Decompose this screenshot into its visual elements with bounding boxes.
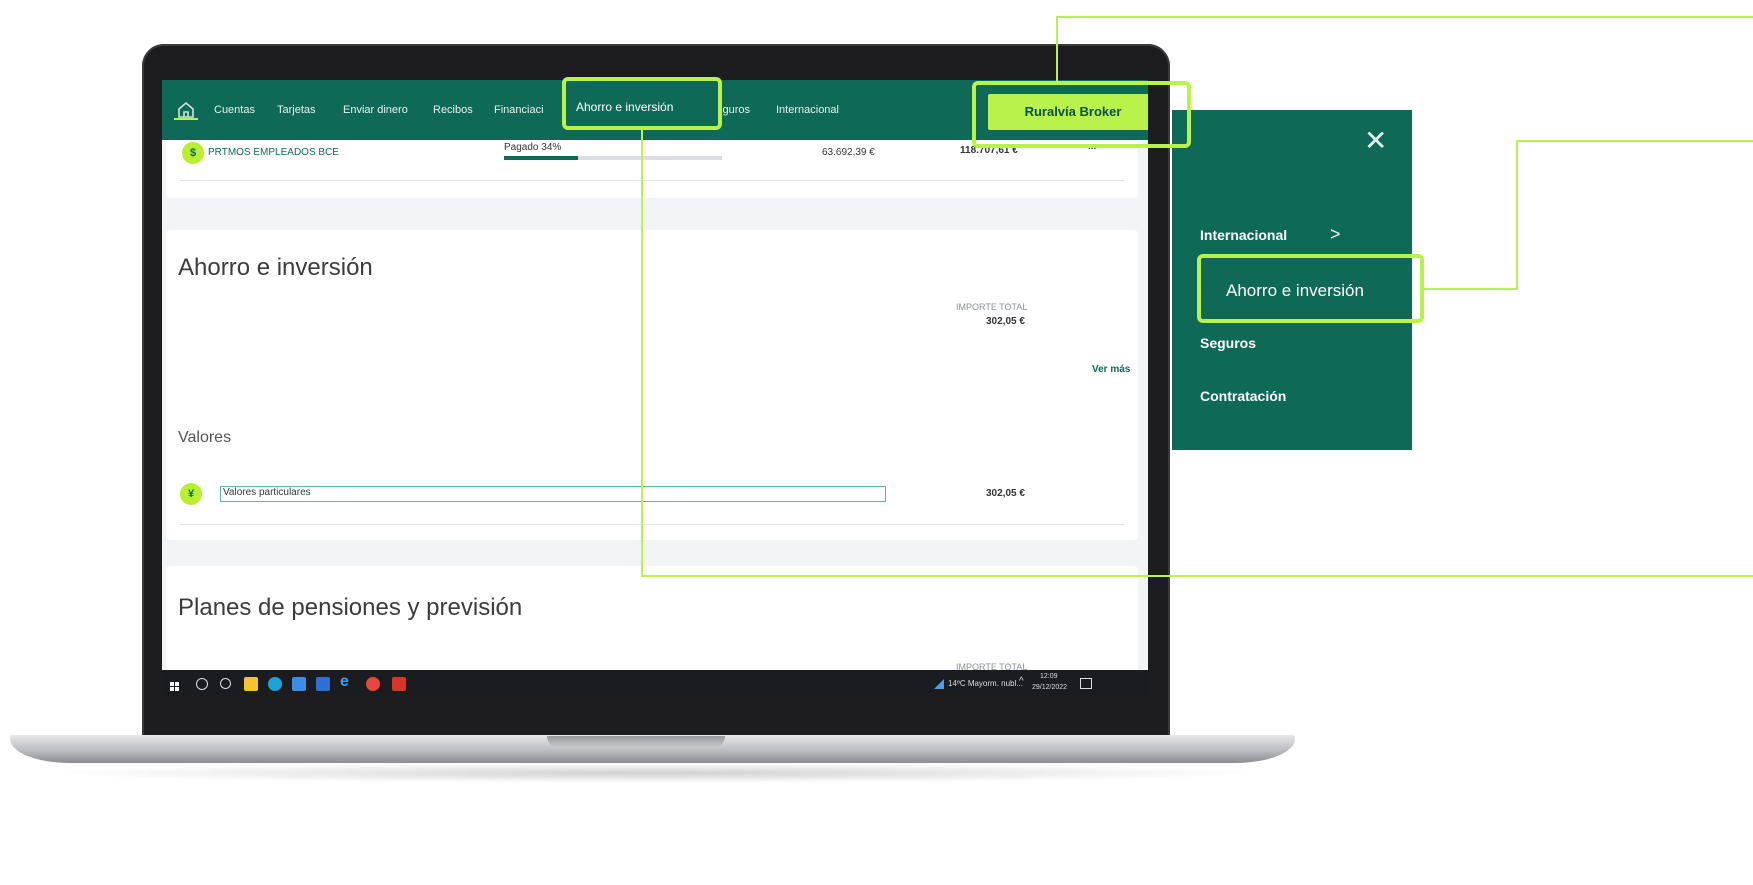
highlight-menu-ahorro (1197, 254, 1424, 323)
callout-line (641, 128, 643, 576)
nav-recibos[interactable]: Recibos (433, 104, 473, 116)
windows-taskbar: e 14ºC Mayorm. nubl... ^ 12:09 29/12/202… (162, 670, 1148, 698)
laptop-notch (547, 736, 725, 748)
callout-line (641, 575, 1753, 577)
weather-icon (934, 679, 944, 689)
callout-line (1516, 140, 1753, 142)
divider (180, 524, 1124, 525)
taskbar-time[interactable]: 12:09 (1040, 673, 1058, 680)
callout-line (1056, 16, 1753, 18)
menu-item-internacional[interactable]: Internacional (1200, 227, 1287, 243)
windows-start-icon[interactable] (170, 679, 180, 691)
nav-cuentas[interactable]: Cuentas (214, 104, 255, 116)
loan-card: $ PRTMOS EMPLEADOS BCE Pagado 34% 63.692… (166, 140, 1138, 198)
loan-status: Pagado 34% (504, 142, 562, 153)
weather-text[interactable]: 14ºC Mayorm. nubl... (948, 679, 1023, 688)
securities-row-label: Valores particulares (223, 487, 311, 498)
close-icon[interactable]: ✕ (1364, 124, 1387, 157)
chrome-icon[interactable] (366, 677, 380, 691)
chevron-right-icon[interactable]: > (1330, 224, 1341, 245)
securities-title: Valores (178, 429, 232, 446)
nav-tarjetas[interactable]: Tarjetas (277, 104, 316, 116)
taskbar-date[interactable]: 29/12/2022 (1032, 684, 1067, 691)
pensions-title: Planes de pensiones y previsión (178, 594, 523, 621)
nav-financiacion[interactable]: Financiaci (494, 104, 544, 116)
highlight-nav-ahorro (562, 77, 722, 130)
windows-logo-svg (170, 682, 179, 691)
menu-item-contratacion[interactable]: Contratación (1200, 388, 1286, 404)
notification-icon[interactable] (1080, 678, 1092, 689)
callout-line (1424, 288, 1518, 290)
home-icon[interactable] (176, 100, 196, 120)
loan-name[interactable]: PRTMOS EMPLEADOS BCE (208, 147, 339, 158)
mail-icon[interactable] (316, 677, 330, 691)
store-icon[interactable] (292, 677, 306, 691)
edge-icon[interactable] (268, 677, 282, 691)
file-explorer-icon[interactable] (244, 677, 258, 691)
savings-title: Ahorro e inversión (178, 254, 373, 281)
tray-chevron-icon[interactable]: ^ (1019, 676, 1024, 687)
loan-progress-track (504, 156, 722, 160)
savings-total-value: 302,05 € (986, 316, 1025, 327)
nav-internacional[interactable]: Internacional (776, 104, 839, 116)
ie-icon[interactable]: e (340, 673, 354, 690)
acrobat-icon[interactable] (392, 677, 406, 691)
nav-enviar-dinero[interactable]: Enviar dinero (343, 104, 408, 116)
securities-icon: ¥ (180, 483, 202, 505)
savings-card: Ahorro e inversión IMPORTE TOTAL 302,05 … (166, 230, 1138, 540)
loan-progress-fill (504, 156, 579, 160)
home-underline (174, 118, 198, 120)
laptop-shadow (40, 763, 1270, 783)
see-more-link[interactable]: Ver más (1092, 364, 1130, 375)
task-view-icon[interactable] (220, 678, 231, 689)
divider (180, 180, 1124, 181)
search-icon[interactable] (196, 678, 208, 690)
menu-item-seguros[interactable]: Seguros (1200, 335, 1256, 351)
laptop-screen: $ PRTMOS EMPLEADOS BCE Pagado 34% 63.692… (162, 80, 1148, 698)
callout-line (1056, 16, 1058, 82)
securities-row-value: 302,05 € (986, 488, 1025, 499)
home-icon-svg (178, 101, 194, 118)
loan-amount: 63.692,39 € (822, 147, 875, 158)
securities-row-link[interactable]: Valores particulares (220, 486, 886, 502)
savings-total-label: IMPORTE TOTAL (956, 302, 1028, 312)
callout-line (1516, 140, 1518, 290)
pensions-card: Planes de pensiones y previsión IMPORTE … (166, 566, 1138, 676)
loan-icon: $ (182, 142, 204, 164)
highlight-broker (972, 81, 1191, 148)
